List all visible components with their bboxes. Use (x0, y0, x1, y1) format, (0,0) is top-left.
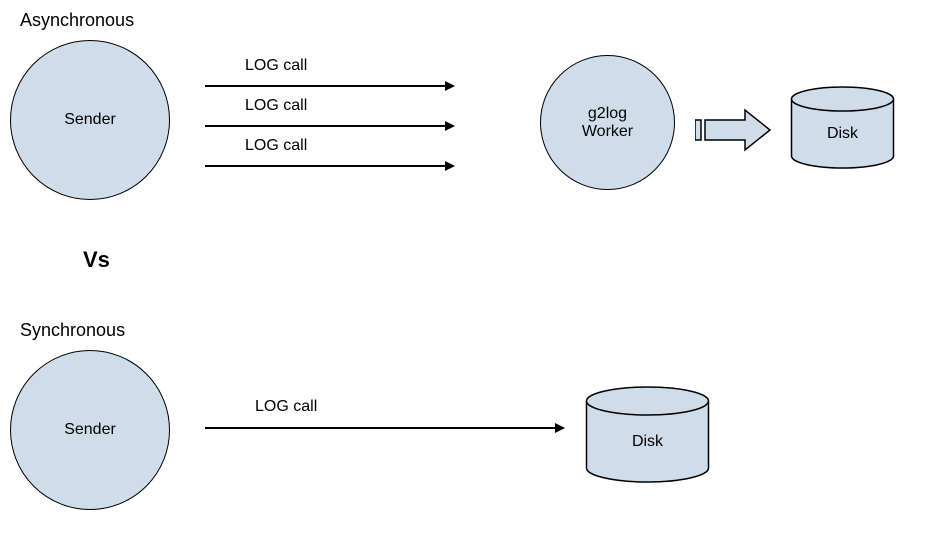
vs-label: Vs (83, 247, 110, 273)
async-title: Asynchronous (20, 10, 134, 31)
sender-node-sync: Sender (10, 350, 170, 510)
arrow-2-icon (205, 118, 455, 134)
disk-label-sync: Disk (632, 433, 663, 451)
worker-label: g2log Worker (582, 105, 633, 141)
arrow-label-sync: LOG call (255, 398, 317, 416)
sender-label-sync: Sender (64, 421, 116, 439)
arrow-label-2: LOG call (245, 97, 307, 115)
arrow-1-icon (205, 78, 455, 94)
arrow-label-3: LOG call (245, 137, 307, 155)
sender-node-async: Sender (10, 40, 170, 200)
disk-label-async: Disk (827, 125, 858, 143)
disk-node-async: Disk (790, 85, 895, 170)
disk-node-sync: Disk (585, 385, 710, 485)
worker-node: g2log Worker (540, 55, 675, 190)
sender-label-async: Sender (64, 111, 116, 129)
block-arrow-icon (695, 105, 775, 155)
sync-title: Synchronous (20, 320, 125, 341)
arrow-sync-icon (205, 420, 565, 436)
arrow-3-icon (205, 158, 455, 174)
arrow-label-1: LOG call (245, 57, 307, 75)
diagram-container: Asynchronous Sender LOG call LOG call LO… (0, 0, 947, 542)
